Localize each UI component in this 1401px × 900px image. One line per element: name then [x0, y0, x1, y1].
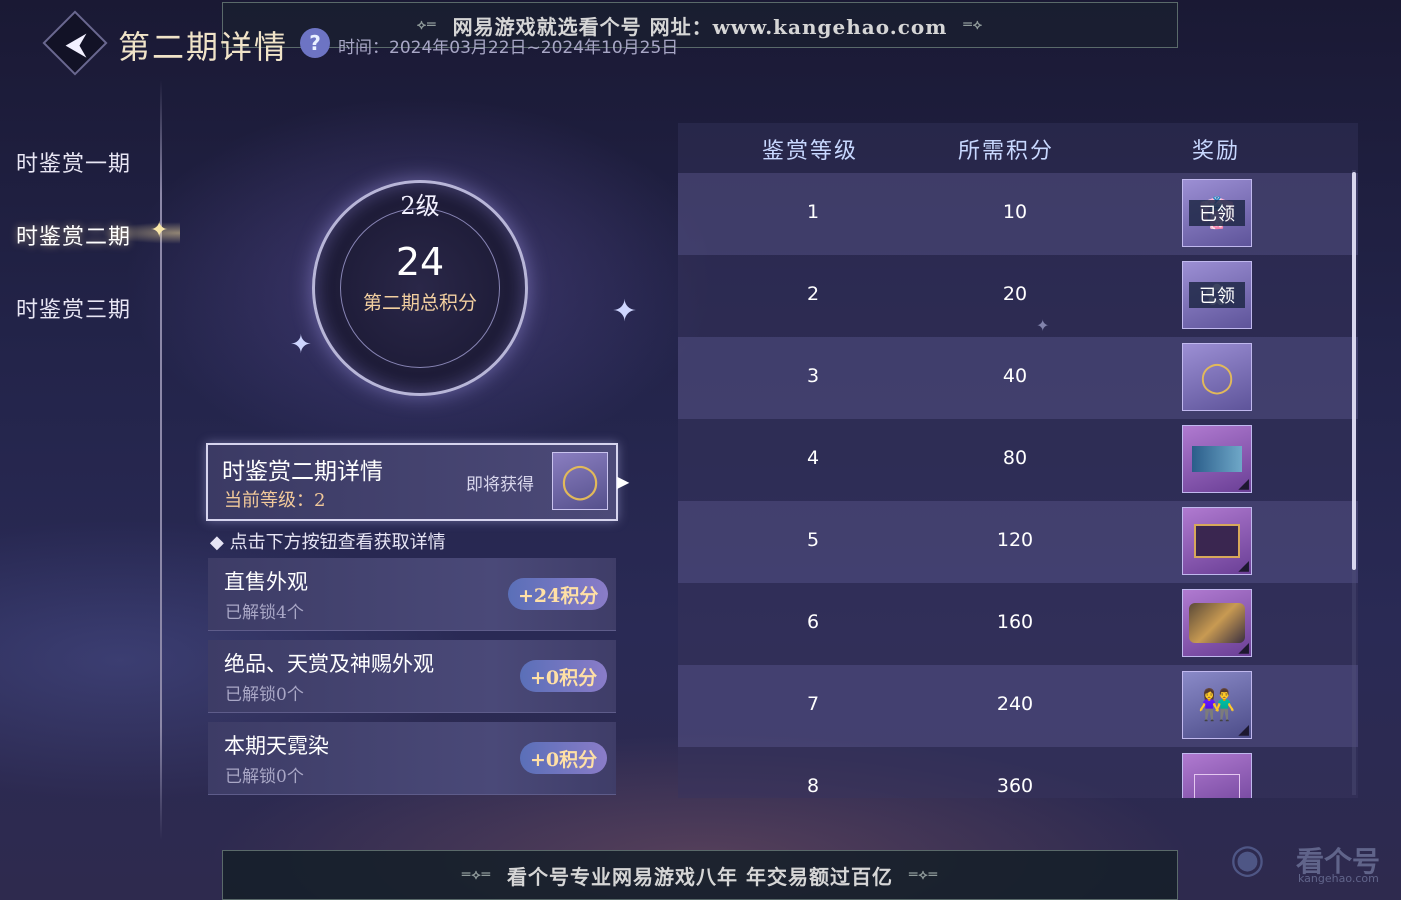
corner-ornament-icon: ◢ — [1238, 558, 1249, 574]
banner-ornament-icon: ═⟡═ — [908, 867, 939, 883]
table-header: 鉴赏等级 所需积分 奖励 — [678, 123, 1358, 173]
points-badge: +0积分 — [520, 742, 608, 774]
row-level: 6 — [806, 611, 820, 633]
landscape-card-icon — [1192, 446, 1242, 472]
nav-item-period-3[interactable]: 时鉴赏三期 — [16, 292, 131, 324]
row-level: 1 — [806, 201, 820, 223]
back-arrow-icon[interactable]: ⮜ — [54, 24, 98, 64]
ring-icon: ◯ — [1200, 359, 1234, 395]
watermark-eye-icon: ◉ — [1230, 836, 1265, 882]
row-level: 4 — [806, 447, 820, 469]
row-points: 240 — [996, 693, 1034, 715]
table-row[interactable]: 1 10 👘 已领 — [678, 173, 1358, 255]
current-level: 当前等级：2 — [224, 490, 326, 511]
row-points: 80 — [1002, 447, 1028, 469]
reward-slot[interactable]: 👘 已领 — [1182, 179, 1252, 247]
row-points: 40 — [1002, 365, 1028, 387]
sparkle-icon: ✦ — [612, 294, 638, 329]
banner-ornament-icon: ═⟡═ — [461, 867, 492, 883]
bottom-banner-text: 看个号专业网易游戏八年 年交易额过百亿 — [507, 864, 893, 889]
ring-icon: ◯ — [552, 452, 608, 510]
watermark-logo-url: kangehao.com — [1298, 872, 1379, 885]
table-row[interactable]: 5 120 ◢ — [678, 501, 1358, 583]
period-time: 时间：2024年03月22日~2024年10月25日 — [338, 38, 679, 58]
corner-ornament-icon: ◢ — [1238, 476, 1249, 492]
row-level: 2 — [806, 283, 820, 305]
header-points: 所需积分 — [958, 139, 1055, 164]
hint-text: ◆ 点击下方按钮查看获取详情 — [210, 532, 446, 553]
reward-slot[interactable]: ◯ — [1182, 343, 1252, 411]
corner-ornament-icon: ◢ — [1238, 722, 1249, 738]
nav-item-period-2[interactable]: 时鉴赏二期 — [16, 219, 131, 251]
score-label: 第二期总积分 — [362, 292, 477, 314]
sparkle-icon: ✦ — [290, 330, 312, 360]
row-level: 8 — [806, 775, 820, 797]
claimed-badge: 已领 — [1189, 200, 1245, 226]
card-icon — [1194, 774, 1240, 798]
category-title: 绝品、天赏及神赐外观 — [224, 652, 434, 676]
row-points: 360 — [996, 775, 1034, 797]
nav-item-period-1[interactable]: 时鉴赏一期 — [16, 146, 131, 178]
row-points: 20 — [1002, 283, 1028, 305]
category-unlocked: 已解锁0个 — [225, 767, 304, 787]
header-level: 鉴赏等级 — [762, 139, 859, 164]
row-points: 10 — [1002, 201, 1028, 223]
banner-ornament-icon: ⟡═ — [416, 17, 437, 33]
active-marker-icon: ✦ — [150, 218, 169, 243]
claimed-badge: 已领 — [1189, 282, 1245, 308]
hint-label: 点击下方按钮查看获取详情 — [229, 532, 446, 553]
bottom-watermark-banner: ═⟡═ 看个号专业网易游戏八年 年交易额过百亿 ═⟡═ — [222, 850, 1178, 900]
reward-slot[interactable]: ✿ 已领 — [1182, 261, 1252, 329]
reward-table: 鉴赏等级 所需积分 奖励 1 10 👘 已领 2 20 ✿ 已领 3 40 ◯ … — [678, 123, 1358, 798]
table-scrollbar-thumb[interactable] — [1352, 172, 1356, 570]
banner-ornament-icon: ═⟡ — [963, 17, 984, 33]
upcoming-label: 即将获得 — [466, 475, 534, 495]
points-badge: +24积分 — [508, 578, 609, 610]
table-row[interactable]: 2 20 ✿ 已领 — [678, 255, 1358, 337]
row-points: 120 — [996, 529, 1034, 551]
reward-slot[interactable]: ◢ — [1182, 425, 1252, 493]
points-badge: +0积分 — [520, 660, 608, 692]
row-level: 7 — [806, 693, 820, 715]
category-title: 本期天霓染 — [224, 734, 329, 758]
question-icon[interactable]: ? — [300, 28, 330, 58]
pointer-arrow-icon: ▶ — [617, 472, 630, 491]
table-row[interactable]: 8 360 — [678, 747, 1358, 798]
reward-slot[interactable]: 👫 ◢ — [1182, 671, 1252, 739]
couple-portrait-icon: 👫 — [1198, 687, 1236, 723]
table-row[interactable]: 4 80 ◢ — [678, 419, 1358, 501]
category-title: 直售外观 — [224, 570, 308, 594]
category-unlocked: 已解锁4个 — [225, 603, 304, 623]
mount-icon — [1189, 603, 1245, 643]
reward-slot[interactable] — [1182, 753, 1252, 798]
table-row[interactable]: 3 40 ◯ — [678, 337, 1358, 419]
row-points: 160 — [996, 611, 1034, 633]
row-level: 3 — [806, 365, 820, 387]
score-total: 24 — [395, 240, 445, 284]
reward-slot[interactable]: ◢ — [1182, 507, 1252, 575]
frame-icon — [1194, 524, 1240, 558]
reward-slot[interactable]: ◢ — [1182, 589, 1252, 657]
header-reward: 奖励 — [1192, 139, 1241, 164]
row-level: 5 — [806, 529, 820, 551]
table-row[interactable]: 7 240 👫 ◢ — [678, 665, 1358, 747]
page-title: 第二期详情 — [118, 28, 289, 66]
nav-divider — [160, 80, 162, 840]
score-level: 2级 — [400, 192, 440, 220]
detail-title: 时鉴赏二期详情 — [222, 459, 383, 485]
table-row[interactable]: 6 160 ◢ — [678, 583, 1358, 665]
category-unlocked: 已解锁0个 — [225, 685, 304, 705]
corner-ornament-icon: ◢ — [1238, 640, 1249, 656]
